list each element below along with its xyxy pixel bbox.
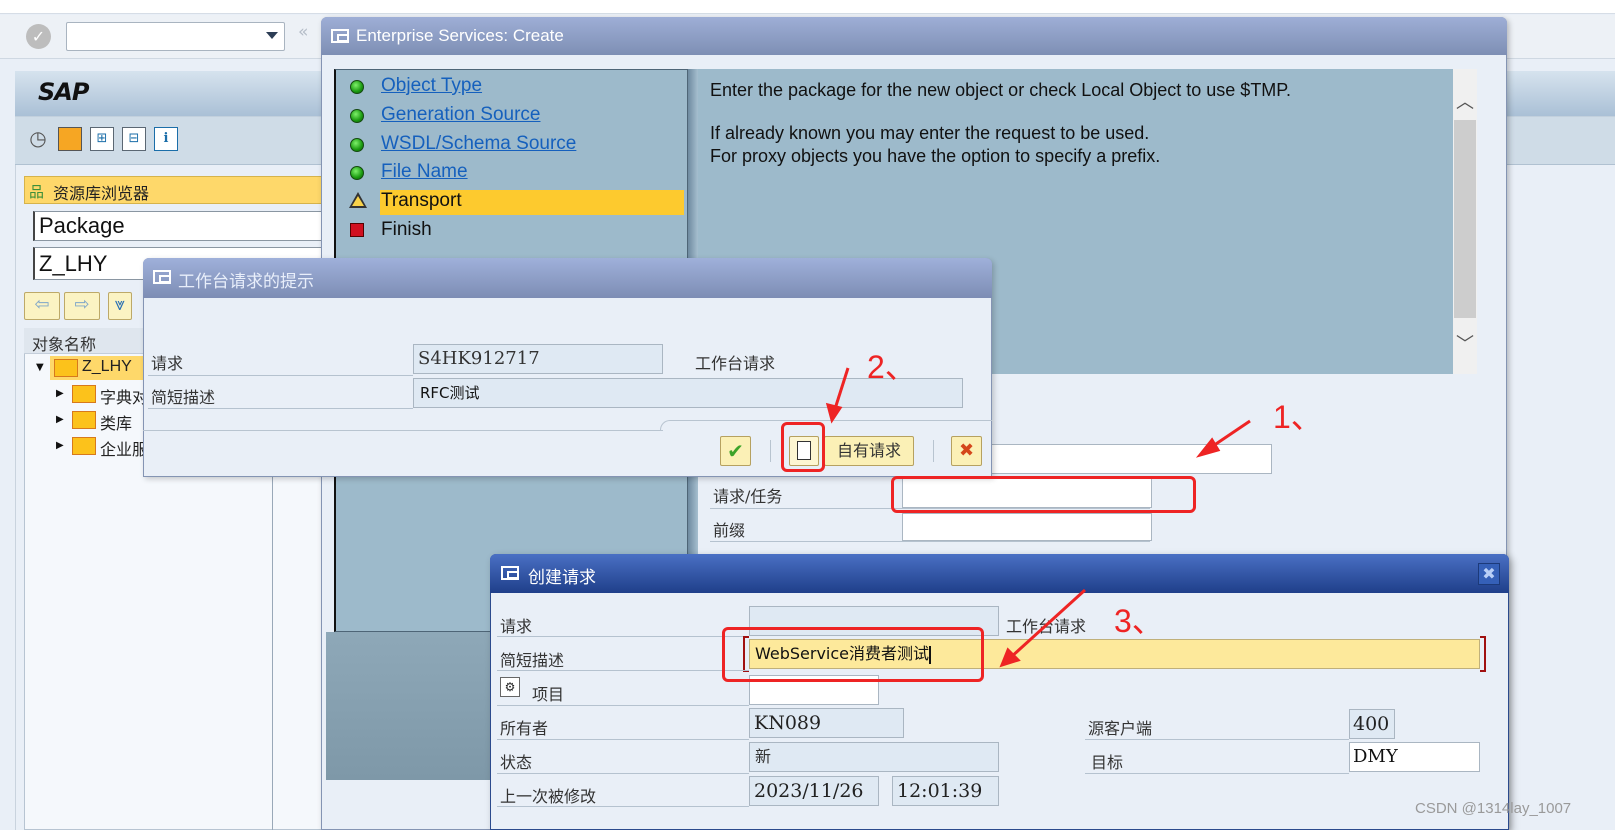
annotation-label-2: 2、	[867, 349, 917, 385]
annotation-label-3: 3、	[1114, 603, 1164, 639]
annotation-arrow-3	[1008, 588, 1087, 660]
annotation-arrowhead-1	[1195, 437, 1221, 458]
annotation-box-short-desc	[722, 627, 984, 682]
annotation-arrow-2	[832, 367, 850, 413]
annotation-box-request-task	[891, 476, 1196, 513]
watermark: CSDN @1314lay_1007	[1415, 800, 1572, 817]
annotation-label-1: 1、	[1273, 399, 1323, 435]
annotation-arrowhead-2	[825, 402, 843, 424]
annotation-box-create-button	[781, 422, 825, 472]
annotation-overlay	[825, 367, 1251, 668]
